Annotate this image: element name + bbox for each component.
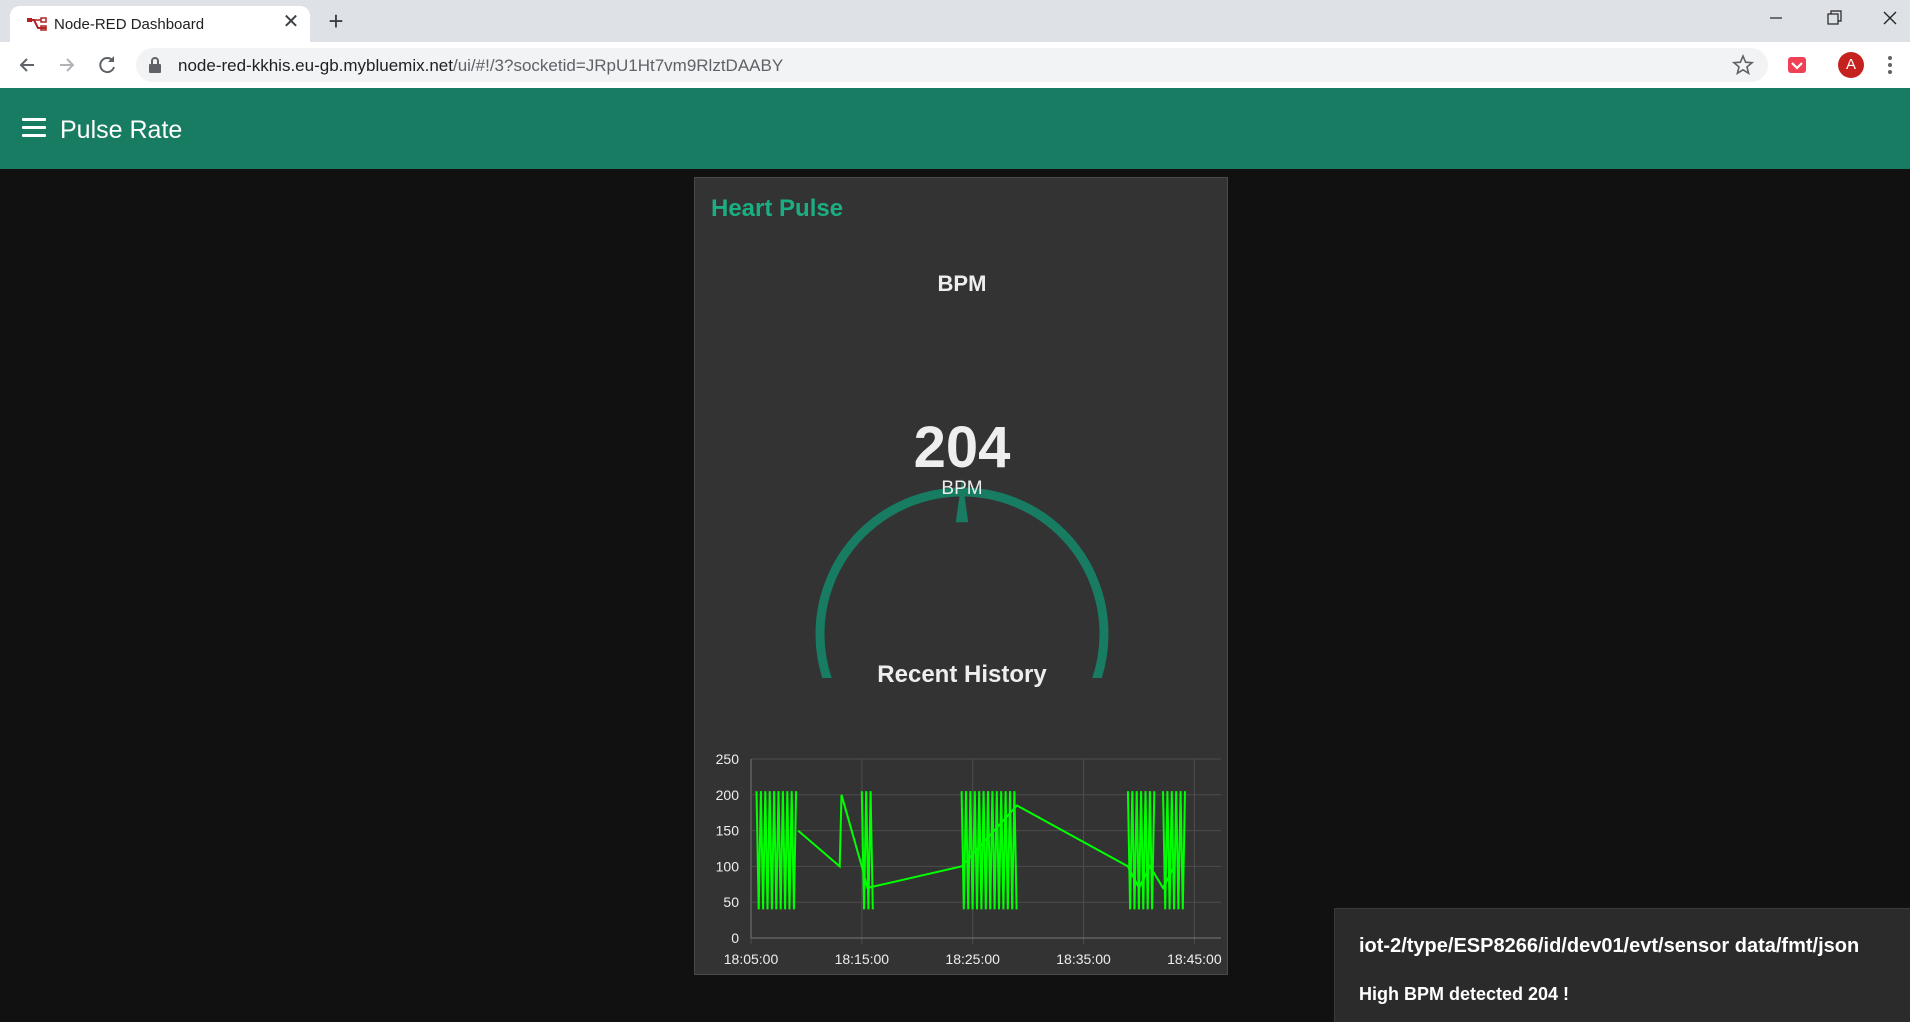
x-tick-label: 18:25:00 [945, 951, 1000, 967]
reload-icon[interactable] [92, 50, 122, 80]
series-burst [1162, 791, 1186, 910]
toast-message: High BPM detected 204 ! [1359, 984, 1570, 1004]
dashboard-toolbar: Pulse Rate [0, 88, 1910, 169]
heart-pulse-group: Heart Pulse BPM 204 BPM Recent History 2… [694, 177, 1228, 975]
group-title: Heart Pulse [711, 195, 844, 222]
address-bar: node-red-kkhis.eu-gb.mybluemix.net/ui/#!… [0, 42, 1910, 89]
new-tab-icon[interactable]: + [322, 8, 350, 36]
x-tick-label: 18:35:00 [1056, 951, 1111, 967]
y-tick-label: 100 [716, 858, 740, 874]
series-burst [1126, 791, 1156, 910]
tab-title: Node-RED Dashboard [54, 16, 205, 33]
x-tick-label: 18:05:00 [724, 951, 779, 967]
node-red-favicon [27, 17, 47, 31]
browser-tab[interactable]: Node-RED Dashboard ✕ [10, 6, 310, 42]
url-path: /ui/#!/3?socketid=JRpU1Ht7vm9RlztDAABY [452, 56, 784, 75]
y-tick-label: 200 [716, 787, 740, 803]
notification-toast[interactable]: iot-2/type/ESP8266/id/dev01/evt/sensor d… [1334, 908, 1910, 1022]
series-burst [960, 791, 1018, 910]
restore-icon[interactable] [1806, 0, 1862, 36]
series-burst [860, 791, 874, 910]
y-tick-label: 150 [716, 823, 740, 839]
hamburger-menu-icon[interactable] [22, 118, 46, 138]
kebab-menu-icon[interactable] [1884, 52, 1896, 78]
y-tick-label: 250 [716, 751, 740, 767]
gauge-units: BPM [941, 478, 983, 499]
x-tick-label: 18:45:00 [1167, 951, 1222, 967]
avatar[interactable]: A [1838, 52, 1864, 78]
series-burst [755, 791, 798, 910]
close-window-icon[interactable] [1862, 0, 1910, 36]
url-input[interactable]: node-red-kkhis.eu-gb.mybluemix.net/ui/#!… [136, 48, 1768, 82]
page-title: Pulse Rate [60, 116, 183, 144]
y-tick-label: 50 [723, 894, 739, 910]
browser-tab-bar: Node-RED Dashboard ✕ + [0, 0, 1910, 42]
pocket-extension-icon[interactable] [1786, 54, 1808, 76]
url-host: node-red-kkhis.eu-gb.mybluemix.net [178, 56, 453, 75]
y-tick-label: 0 [731, 930, 739, 946]
recent-history-chart: 250 200 150 100 50 0 18:05:00 18:15:00 18:25:00 1… [716, 751, 1222, 967]
star-icon[interactable] [1732, 54, 1754, 76]
back-icon[interactable] [12, 50, 42, 80]
gauge-value: 204 [913, 415, 1011, 480]
forward-icon[interactable] [52, 50, 82, 80]
chart-title: Recent History [877, 661, 1047, 688]
gauge-label: BPM [937, 271, 987, 296]
toast-topic: iot-2/type/ESP8266/id/dev01/evt/sensor d… [1359, 935, 1860, 957]
x-tick-label: 18:15:00 [835, 951, 890, 967]
lock-icon [149, 57, 161, 73]
url-text: node-red-kkhis.eu-gb.mybluemix.net/ui/#!… [178, 56, 783, 76]
minimize-icon[interactable] [1748, 0, 1804, 36]
close-tab-icon[interactable]: ✕ [280, 11, 302, 33]
